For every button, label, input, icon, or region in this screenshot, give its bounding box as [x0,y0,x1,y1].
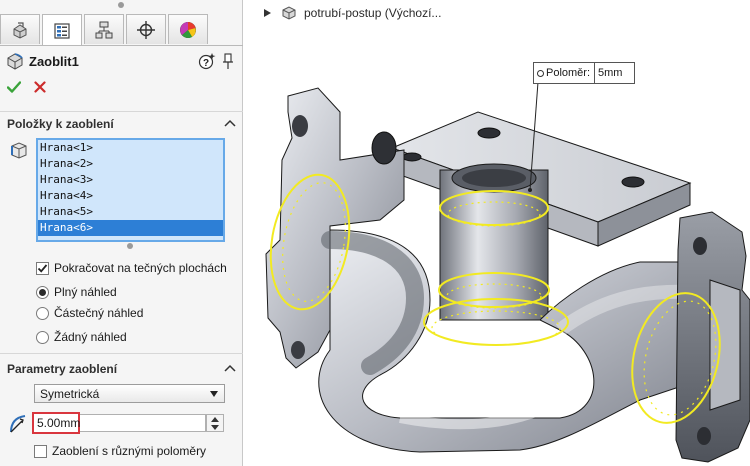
tab-dimxpert-manager[interactable] [126,14,166,44]
checkbox-box[interactable] [34,444,47,458]
spin-up-icon[interactable] [211,417,219,422]
property-manager-icon [54,22,70,39]
right-flange [675,211,750,463]
tab-property-manager[interactable] [42,14,82,46]
params-group-header[interactable]: Parametry zaoblení [0,359,243,379]
dropdown-arrow-icon [210,391,218,397]
pushpin-icon[interactable] [220,52,236,70]
svg-text:?: ? [203,58,209,69]
feature-title: Zaoblit1 [29,53,79,69]
params-group-title: Parametry zaoblení [7,362,118,376]
items-group-title: Položky k zaoblení [7,117,114,131]
expand-arrow-icon[interactable] [264,9,271,17]
checkmark-icon [37,263,48,273]
radio-button[interactable] [36,330,49,344]
radius-input-field[interactable] [80,414,206,432]
help-icon[interactable]: ? [198,52,216,70]
tab-configuration-manager[interactable] [84,14,124,44]
callout-label: Poloměr: [546,67,591,79]
radius-callout[interactable]: Poloměr: 5mm [533,62,636,84]
list-item[interactable]: Hrana<4> [38,188,223,204]
edge-selection-list[interactable]: Hrana<1> Hrana<2> Hrana<3> Hrana<4> Hran… [36,138,225,242]
callout-handle-icon [537,69,544,77]
list-item[interactable]: Hrana<3> [38,172,223,188]
pipe-model-section-view[interactable] [244,20,750,466]
preview-full-label: Plný náhled [54,285,117,299]
edge-selection-icon [11,142,27,159]
property-manager-panel: Zaoblit1 ? Položky k zaoblení Hrana<1> H… [0,0,243,466]
manager-tabs [0,14,243,46]
items-group-header[interactable]: Položky k zaoblení [0,114,243,134]
collapse-chevron-icon[interactable] [224,118,236,128]
fillet-feature-icon [7,53,23,70]
fillet-type-select[interactable]: Symetrická [34,384,225,403]
multi-radius-checkbox[interactable]: Zaoblení s různými poloměry [34,443,206,459]
tangent-propagation-label: Pokračovat na tečných plochách [54,261,227,275]
cancel-x-icon[interactable] [34,81,46,93]
crosshair-icon [137,20,155,39]
configuration-icon [95,21,113,38]
tangent-propagation-checkbox[interactable]: Pokračovat na tečných plochách [36,260,227,276]
preview-none-radio[interactable]: Žádný náhled [36,329,127,345]
tab-display-manager[interactable] [168,14,208,44]
checkbox-box[interactable] [36,261,49,275]
list-resize-grip[interactable] [127,243,133,249]
list-item[interactable]: Hrana<5> [38,204,223,220]
callout-value[interactable]: 5mm [595,67,634,79]
appearance-ball-icon [180,21,196,38]
preview-partial-label: Částečný náhled [54,306,144,320]
spin-down-icon[interactable] [211,425,219,430]
preview-partial-radio[interactable]: Částečný náhled [36,305,143,321]
tab-feature-manager[interactable] [0,14,40,44]
list-item[interactable]: Hrana<1> [38,140,223,156]
list-item[interactable]: Hrana<2> [38,156,223,172]
preview-none-label: Žádný náhled [54,330,127,344]
group-divider [0,353,243,354]
radio-button[interactable] [36,306,49,320]
collapse-chevron-icon[interactable] [224,363,236,373]
radio-button[interactable] [36,285,49,299]
feature-tree-icon [13,21,27,39]
vertical-pipe [439,163,549,321]
part-name-label: potrubí-postup (Výchozí... [304,6,442,20]
callout-anchor-dot [528,188,532,192]
part-icon [282,6,296,20]
ok-check-icon[interactable] [7,80,21,94]
multi-radius-label: Zaoblení s různými poloměry [52,444,207,458]
radio-dot [39,288,46,296]
callout-label-cell: Poloměr: [534,63,596,83]
preview-full-radio[interactable]: Plný náhled [36,284,117,300]
group-divider [0,111,243,112]
fillet-type-value: Symetrická [40,386,100,401]
radius-input[interactable]: 5.00mm [32,412,80,434]
tabs-divider [0,45,243,46]
list-item-selected[interactable]: Hrana<6> [38,220,223,236]
feature-header: Zaoblit1 ? [6,50,238,72]
radius-icon [10,415,26,433]
radius-spinner[interactable] [206,414,224,432]
panel-resize-grip[interactable] [118,2,124,8]
